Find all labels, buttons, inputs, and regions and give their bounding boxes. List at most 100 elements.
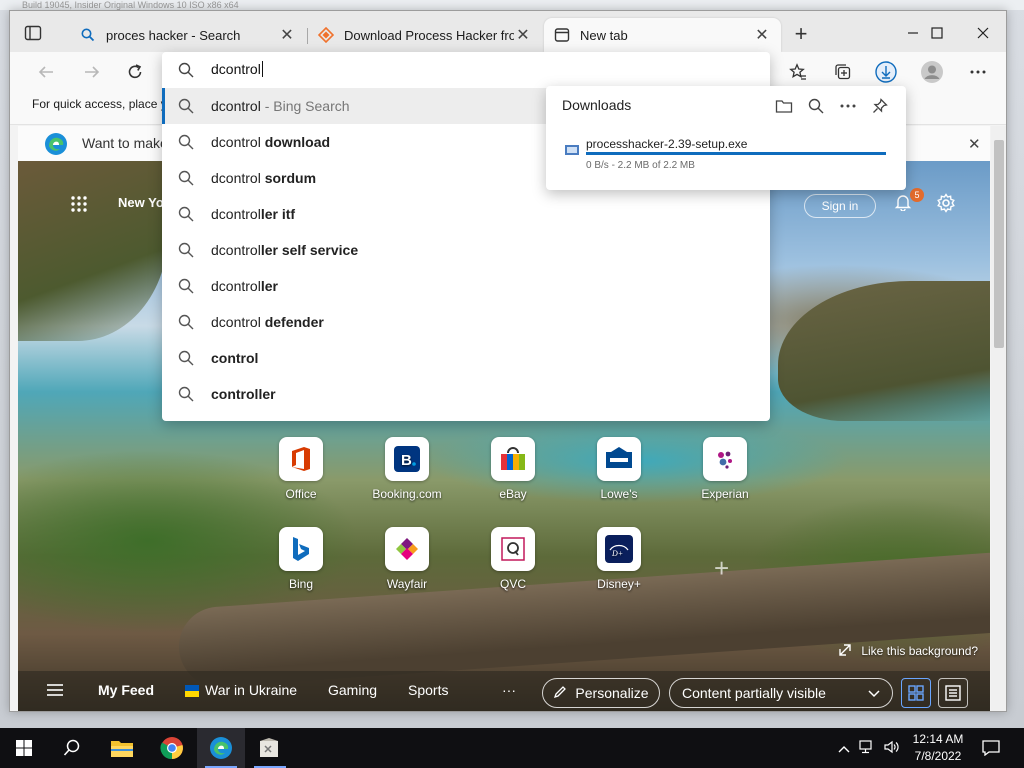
office-icon [279, 437, 323, 481]
scrollbar-thumb[interactable] [994, 140, 1004, 348]
suggestion-text: dcontroller self service [211, 242, 358, 258]
tab-sourceforge[interactable]: Download Process Hacker from SourceForge… [308, 18, 542, 52]
installer-taskbar-icon[interactable] [246, 728, 294, 768]
action-center-icon[interactable] [978, 736, 1004, 760]
pin-icon[interactable] [870, 96, 890, 116]
chevron-down-icon [868, 685, 880, 701]
search-icon [178, 62, 194, 81]
clock-time: 12:14 AM [912, 732, 964, 746]
background-cliff [18, 161, 168, 341]
quick-link-wayfair[interactable]: Wayfair [367, 527, 447, 591]
content-visibility-dropdown[interactable]: Content partially visible [669, 678, 893, 708]
taskbar-search-icon[interactable] [48, 728, 96, 768]
disney-plus-icon: D+ [597, 527, 641, 571]
refresh-icon[interactable] [121, 58, 149, 86]
feed-tab-war-in-ukraine[interactable]: War in Ukraine [205, 682, 297, 698]
windows-taskbar: 12:14 AM 7/8/2022 [0, 728, 1024, 768]
search-downloads-icon[interactable] [806, 96, 826, 116]
feed-more-button[interactable]: ··· [502, 682, 516, 698]
suggestion-text: dcontrol sordum [211, 170, 316, 186]
content-visibility-label: Content partially visible [682, 685, 826, 701]
expand-arrows-icon [838, 644, 861, 658]
network-icon[interactable] [859, 739, 875, 757]
collections-icon[interactable] [829, 58, 857, 86]
favorites-star-icon[interactable] [784, 58, 812, 86]
profile-avatar-icon[interactable] [918, 58, 946, 86]
suggestion-typed: dcontrol [211, 278, 261, 294]
close-window-icon[interactable] [960, 19, 1006, 47]
maximize-icon[interactable] [914, 19, 960, 47]
more-menu-icon[interactable] [964, 58, 992, 86]
bing-icon [279, 527, 323, 571]
feed-tab-gaming[interactable]: Gaming [328, 682, 377, 698]
sign-in-button[interactable]: Sign in [804, 194, 876, 218]
tab-new-tab[interactable]: New tab ✕ [544, 18, 781, 52]
suggestion-hint: - Bing Search [260, 98, 350, 114]
suggestion-completion: ler itf [260, 206, 296, 222]
download-status: 0 B/s - 2.2 MB of 2.2 MB [586, 160, 695, 171]
infobar-close-icon[interactable]: ✕ [968, 135, 981, 153]
address-input[interactable]: dcontrol [211, 61, 263, 77]
search-icon [178, 278, 194, 297]
quick-link-bing[interactable]: Bing [261, 527, 341, 591]
feed-tab-my-feed[interactable]: My Feed [98, 682, 154, 698]
volume-icon[interactable] [884, 740, 900, 757]
search-suggestion[interactable]: dcontrol defender [162, 304, 770, 340]
quick-link-lowes[interactable]: Lowe's [579, 437, 659, 501]
search-suggestion[interactable]: dcontroller [162, 268, 770, 304]
forward-arrow-icon[interactable] [78, 58, 106, 86]
chrome-icon[interactable] [148, 728, 196, 768]
download-progress-track [586, 152, 886, 155]
open-folder-icon[interactable] [774, 96, 794, 116]
taskbar-clock[interactable]: 12:14 AM 7/8/2022 [908, 731, 968, 765]
tile-label: Bing [288, 577, 314, 591]
page-scrollbar[interactable] [991, 126, 1006, 711]
close-tab-icon[interactable]: ✕ [278, 26, 296, 44]
search-suggestion[interactable]: dcontroller self service [162, 232, 770, 268]
tile-label: eBay [499, 487, 527, 501]
tab-actions-icon[interactable] [24, 24, 44, 44]
suggestion-typed: dcontrol [211, 170, 265, 186]
installer-file-icon [564, 143, 580, 160]
close-tab-icon[interactable]: ✕ [514, 26, 532, 44]
close-tab-icon[interactable]: ✕ [753, 26, 771, 44]
tile-label: Booking.com [372, 487, 442, 501]
quick-link-office[interactable]: Office [261, 437, 341, 501]
list-layout-icon[interactable] [938, 678, 968, 708]
suggestion-typed: dcontrol [211, 242, 261, 258]
quick-link-experian[interactable]: Experian [685, 437, 765, 501]
quick-link-disney-plus[interactable]: D+ Disney+ [579, 527, 659, 591]
grid-layout-icon[interactable] [901, 678, 931, 708]
download-file-name[interactable]: processhacker-2.39-setup.exe [586, 137, 747, 151]
tile-label: Office [285, 487, 317, 501]
quick-link-ebay[interactable]: eBay [473, 437, 553, 501]
search-suggestion[interactable]: dcontroller itf [162, 196, 770, 232]
new-tab-plus-icon[interactable]: + [790, 23, 812, 46]
feed-tab-sports[interactable]: Sports [408, 682, 448, 698]
search-suggestion[interactable]: controller [162, 376, 770, 412]
tab-bing-search[interactable]: proces hacker - Search ✕ [70, 18, 306, 52]
feed-menu-hamburger-icon[interactable] [46, 683, 64, 700]
address-input-value: dcontrol [211, 61, 261, 77]
like-background-link[interactable]: Like this background? [838, 643, 978, 658]
edge-taskbar-icon[interactable] [197, 728, 245, 768]
chevron-up-icon[interactable] [838, 741, 850, 756]
suggestion-typed: dcontrol [211, 206, 261, 222]
back-arrow-icon[interactable] [32, 58, 60, 86]
quick-link-qvc[interactable]: QVC [473, 527, 553, 591]
start-windows-icon[interactable] [0, 728, 48, 768]
more-options-icon[interactable] [838, 96, 858, 116]
search-suggestion[interactable]: control [162, 340, 770, 376]
app-launcher-icon[interactable] [70, 195, 88, 216]
news-feed-bar: My Feed War in Ukraine Gaming Sports ···… [18, 671, 990, 711]
suggestion-text: controller [211, 386, 276, 402]
personalize-button[interactable]: Personalize [542, 678, 660, 708]
quick-link-booking[interactable]: B Booking.com [367, 437, 447, 501]
add-quick-link-plus-icon[interactable]: + [714, 553, 729, 584]
page-settings-gear-icon[interactable] [936, 193, 956, 216]
suggestion-text: dcontroller [211, 278, 278, 294]
address-bar[interactable]: dcontrol [162, 52, 770, 88]
file-explorer-icon[interactable] [98, 728, 146, 768]
download-item[interactable]: processhacker-2.39-setup.exe 0 B/s - 2.2… [546, 132, 906, 176]
downloads-icon[interactable] [872, 58, 900, 86]
